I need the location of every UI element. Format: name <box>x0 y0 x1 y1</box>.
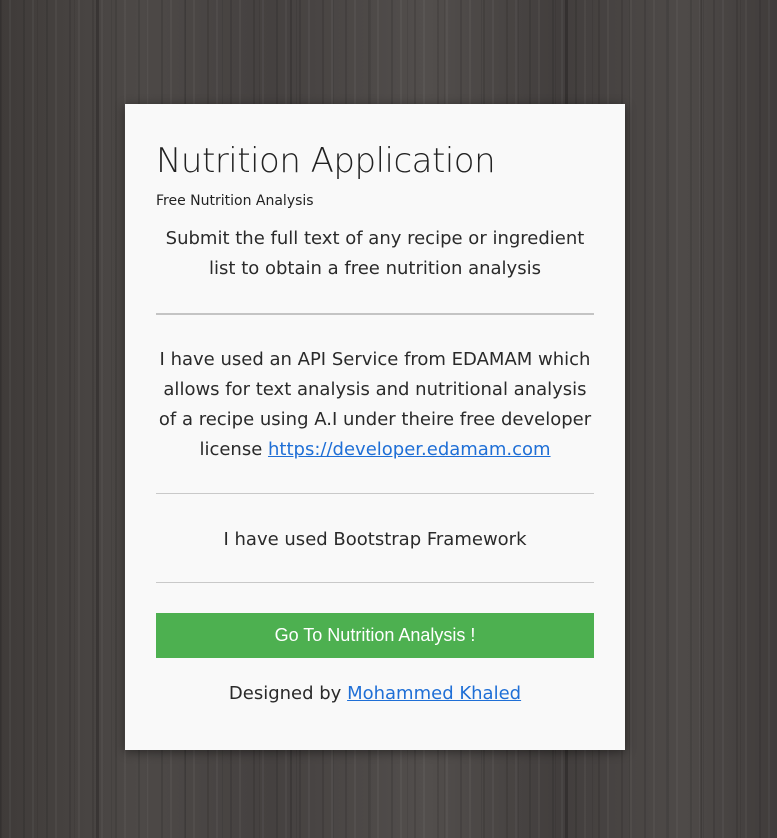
page-title: Nutrition Application <box>156 141 496 181</box>
info-card: Nutrition Application Free Nutrition Ana… <box>125 104 625 750</box>
wood-grain-line <box>96 0 99 838</box>
author-link[interactable]: Mohammed Khaled <box>347 683 521 704</box>
divider <box>156 313 594 315</box>
page-subtitle: Free Nutrition Analysis <box>156 193 314 209</box>
edamam-link[interactable]: https://developer.edamam.com <box>268 439 551 460</box>
api-description: I have used an API Service from EDAMAM w… <box>156 345 594 465</box>
go-to-analysis-button[interactable]: Go To Nutrition Analysis ! <box>156 613 594 658</box>
divider <box>156 493 594 494</box>
bootstrap-note: I have used Bootstrap Framework <box>223 529 527 550</box>
lead-text: Submit the full text of any recipe or in… <box>165 228 585 279</box>
divider <box>156 582 594 583</box>
footer-prefix: Designed by <box>228 683 342 704</box>
wood-grain-line <box>700 0 702 838</box>
footer-credit: Designed by Mohammed Khaled <box>156 680 594 708</box>
